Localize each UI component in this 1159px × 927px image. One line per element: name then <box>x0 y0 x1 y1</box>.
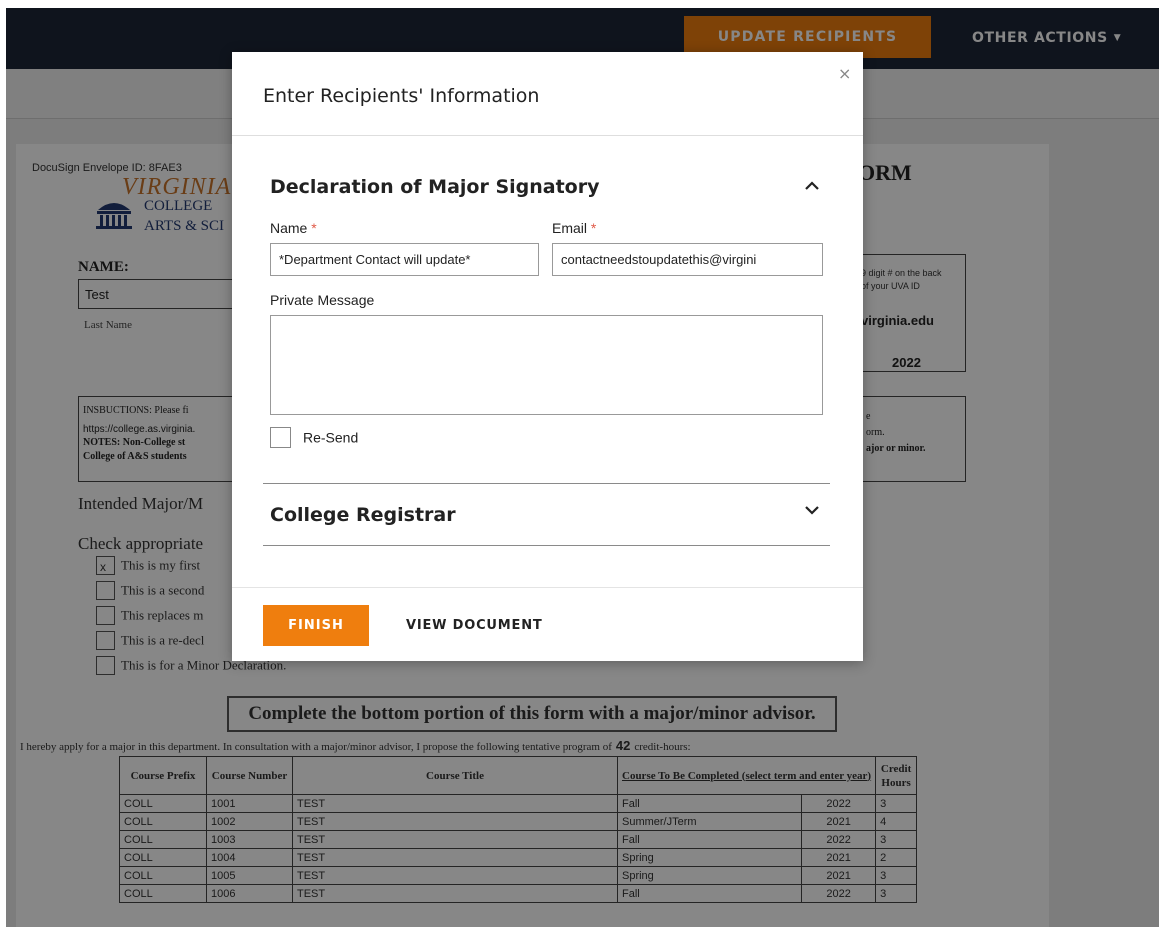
chevron-up-icon[interactable] <box>802 176 822 196</box>
section-divider <box>263 545 830 546</box>
private-message-input[interactable] <box>270 315 823 415</box>
section-title-signatory[interactable]: Declaration of Major Signatory <box>270 176 600 198</box>
name-field-label: Name * <box>270 220 317 236</box>
view-document-button[interactable]: VIEW DOCUMENT <box>406 618 543 633</box>
resend-checkbox[interactable]: Re-Send <box>270 427 358 448</box>
checkbox-icon[interactable] <box>270 427 291 448</box>
close-icon[interactable]: × <box>838 64 851 83</box>
email-field-label: Email * <box>552 220 597 236</box>
recipients-modal: × Enter Recipients' Information Declarat… <box>232 52 863 661</box>
modal-title: Enter Recipients' Information <box>263 85 540 107</box>
divider <box>232 135 863 136</box>
recipient-email-input[interactable]: contactneedstoupdatethis@virgini <box>552 243 823 276</box>
recipient-name-input[interactable]: *Department Contact will update* <box>270 243 539 276</box>
private-message-label: Private Message <box>270 292 375 308</box>
chevron-down-icon[interactable] <box>802 500 822 520</box>
section-title-registrar[interactable]: College Registrar <box>270 504 456 526</box>
section-divider <box>263 483 830 484</box>
finish-button[interactable]: FINISH <box>263 605 369 646</box>
resend-label: Re-Send <box>303 429 359 446</box>
footer-divider <box>232 587 863 588</box>
